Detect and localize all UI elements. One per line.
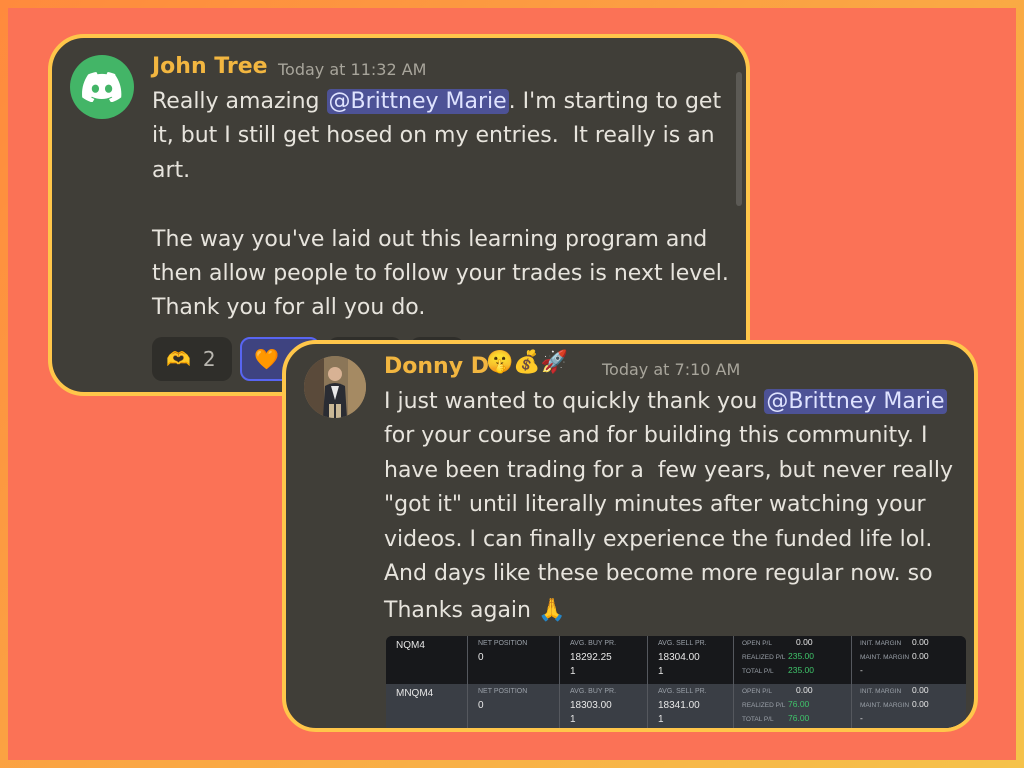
total-pl: 235.00 — [788, 665, 814, 675]
init-margin-label: INIT. MARGIN — [860, 640, 902, 647]
realized-pl-label: REALIZED P/L — [742, 702, 786, 709]
mention[interactable]: @Brittney Marie — [326, 89, 509, 114]
buy-qty: 1 — [570, 666, 576, 677]
trade-row-nqm4: NQM4 NET POSITION 0 AVG. BUY PR. 18292.2… — [386, 636, 966, 684]
author-name[interactable]: Donny D — [384, 354, 489, 379]
net-position-header: NET POSITION — [478, 640, 528, 647]
scrollbar[interactable] — [736, 72, 742, 206]
symbol-cell: NQM4 — [386, 636, 468, 684]
init-margin: 0.00 — [912, 685, 929, 695]
total-pl: 76.00 — [788, 713, 810, 723]
message-card-donny-d: Donny D 🤫💰🚀 Today at 7:10 AM I just want… — [282, 340, 978, 732]
symbol: MNQM4 — [396, 688, 434, 699]
message-text-start: I just wanted to quickly thank you — [384, 389, 765, 414]
heart-hands-icon: 🫶 — [166, 347, 191, 371]
avg-sell: 18341.00 — [658, 700, 700, 711]
init-margin-label: INIT. MARGIN — [860, 688, 902, 695]
open-pl-label: OPEN P/L — [742, 640, 772, 647]
message-text-last: Thanks again 🙏 — [384, 598, 566, 623]
maint-margin-label: MAINT. MARGIN — [860, 654, 910, 661]
margin-cell: INIT. MARGIN 0.00 MAINT. MARGIN 0.00 - — [852, 636, 966, 684]
person-photo-icon — [304, 356, 366, 418]
trade-row-mnqm4: MNQM4 NET POSITION 0 AVG. BUY PR. 18303.… — [386, 684, 966, 728]
realized-pl: 76.00 — [788, 699, 810, 709]
message-text: Really amazing @Brittney Marie. I'm star… — [152, 85, 742, 326]
maint-margin-label: MAINT. MARGIN — [860, 702, 910, 709]
symbol-cell: MNQM4 — [386, 684, 468, 728]
realized-pl-label: REALIZED P/L — [742, 654, 786, 661]
avg-buy-cell: AVG. BUY PR. 18292.25 1 — [560, 636, 648, 684]
message-text-rest: . I'm starting to get it, but I still ge… — [152, 89, 729, 321]
trade-positions-image[interactable]: NQM4 NET POSITION 0 AVG. BUY PR. 18292.2… — [386, 636, 966, 728]
sell-qty: 1 — [658, 714, 664, 725]
avg-buy: 18292.25 — [570, 652, 612, 663]
avg-buy: 18303.00 — [570, 700, 612, 711]
avg-buy-cell: AVG. BUY PR. 18303.00 1 — [560, 684, 648, 728]
avg-sell-header: AVG. SELL PR. — [658, 640, 707, 647]
avg-buy-header: AVG. BUY PR. — [570, 640, 617, 647]
total-pl-label: TOTAL P/L — [742, 716, 774, 723]
pl-cell: OPEN P/L 0.00 REALIZED P/L 235.00 TOTAL … — [734, 636, 852, 684]
author-name[interactable]: John Tree — [152, 54, 268, 79]
net-position: 0 — [478, 700, 484, 711]
discord-logo-icon — [82, 72, 122, 102]
avatar[interactable] — [304, 356, 366, 418]
open-pl: 0.00 — [796, 685, 813, 695]
message-text: I just wanted to quickly thank you @Brit… — [384, 385, 974, 591]
maint-margin: 0.00 — [912, 651, 929, 661]
orange-heart-icon: 🧡 — [254, 347, 279, 371]
sell-qty: 1 — [658, 666, 664, 677]
pl-cell: OPEN P/L 0.00 REALIZED P/L 76.00 TOTAL P… — [734, 684, 852, 728]
reaction-hands-heart[interactable]: 🫶 2 — [152, 337, 232, 381]
message-text-rest: for your course and for building this co… — [384, 423, 954, 587]
realized-pl: 235.00 — [788, 651, 814, 661]
mention[interactable]: @Brittney Marie — [764, 389, 947, 414]
avatar[interactable] — [70, 55, 134, 119]
buy-qty: 1 — [570, 714, 576, 725]
avg-sell-cell: AVG. SELL PR. 18341.00 1 — [648, 684, 734, 728]
net-position-header: NET POSITION — [478, 688, 528, 695]
margin-extra: - — [860, 665, 863, 675]
net-position-cell: NET POSITION 0 — [468, 636, 560, 684]
open-pl-label: OPEN P/L — [742, 688, 772, 695]
net-position-cell: NET POSITION 0 — [468, 684, 560, 728]
message-text-start: Really amazing — [152, 89, 327, 114]
timestamp: Today at 11:32 AM — [278, 60, 427, 79]
reaction-count: 2 — [202, 347, 216, 371]
maint-margin: 0.00 — [912, 699, 929, 709]
margin-extra: - — [860, 713, 863, 723]
avg-sell-header: AVG. SELL PR. — [658, 688, 707, 695]
net-position: 0 — [478, 652, 484, 663]
margin-cell: INIT. MARGIN 0.00 MAINT. MARGIN 0.00 - — [852, 684, 966, 728]
total-pl-label: TOTAL P/L — [742, 668, 774, 675]
timestamp: Today at 7:10 AM — [602, 360, 741, 379]
avg-buy-header: AVG. BUY PR. — [570, 688, 617, 695]
avg-sell: 18304.00 — [658, 652, 700, 663]
init-margin: 0.00 — [912, 637, 929, 647]
symbol: NQM4 — [396, 640, 425, 651]
avg-sell-cell: AVG. SELL PR. 18304.00 1 — [648, 636, 734, 684]
author-badges-icon: 🤫💰🚀 — [486, 350, 569, 375]
open-pl: 0.00 — [796, 637, 813, 647]
